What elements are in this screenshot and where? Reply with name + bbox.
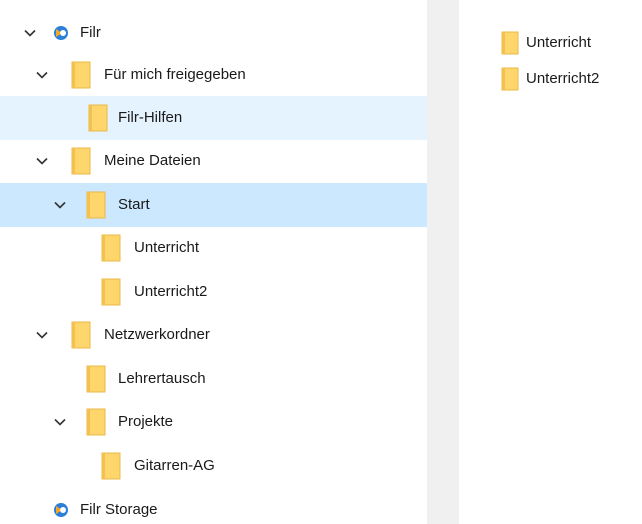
chevron-down-icon[interactable]: [52, 414, 68, 430]
navigation-pane[interactable]: Filr Für mich freigegeben Filr-Hilfen Me…: [0, 0, 427, 524]
tree-item-label: Filr Storage: [80, 501, 158, 518]
folder-icon: [86, 191, 106, 219]
tree-item-filr-storage[interactable]: Filr Storage: [0, 488, 427, 524]
tree-item-label: Lehrertausch: [118, 370, 206, 387]
chevron-down-icon[interactable]: [34, 67, 50, 83]
folder-icon: [86, 408, 106, 436]
tree-item-label: Meine Dateien: [104, 152, 201, 169]
folder-icon: [501, 67, 519, 91]
tree-item-label: Filr: [80, 24, 101, 41]
content-pane[interactable]: Unterricht Unterricht2: [459, 0, 642, 524]
tree-item-label: Projekte: [118, 413, 174, 430]
folder-icon: [86, 365, 106, 393]
folder-icon: [501, 31, 519, 55]
tree-item-lehrertausch[interactable]: Lehrertausch: [0, 357, 427, 401]
tree-item-filr[interactable]: Filr: [0, 11, 427, 55]
folder-icon: [71, 61, 91, 89]
content-item-unterricht2[interactable]: Unterricht2: [459, 63, 642, 95]
folder-icon: [71, 147, 91, 175]
tree-item-projekte[interactable]: Projekte: [0, 400, 427, 444]
chevron-down-icon[interactable]: [22, 25, 38, 41]
tree-item-label: Netzwerkordner: [104, 326, 210, 343]
tree-item-label: Für mich freigegeben: [104, 66, 246, 83]
tree-item-label: Unterricht: [134, 239, 200, 256]
tree-item-label: Start: [118, 196, 150, 213]
file-explorer-window: Filr Für mich freigegeben Filr-Hilfen Me…: [0, 0, 642, 524]
filr-storage-icon: [51, 496, 71, 524]
tree-item-meine-dateien[interactable]: Meine Dateien: [0, 139, 427, 183]
tree-item-gitarren-ag[interactable]: Gitarren-AG: [0, 444, 427, 488]
chevron-down-icon[interactable]: [34, 153, 50, 169]
tree-item-label: Gitarren-AG: [134, 457, 215, 474]
folder-icon: [88, 104, 108, 132]
pane-splitter[interactable]: [427, 0, 459, 524]
tree-item-unterricht2[interactable]: Unterricht2: [0, 270, 427, 314]
chevron-down-icon[interactable]: [34, 327, 50, 343]
tree-item-label: Filr-Hilfen: [118, 109, 183, 126]
folder-icon: [101, 278, 121, 306]
tree-item-unterricht[interactable]: Unterricht: [0, 226, 427, 270]
chevron-down-icon[interactable]: [52, 197, 68, 213]
content-item-unterricht[interactable]: Unterricht: [459, 27, 642, 59]
tree-item-netzwerkordner[interactable]: Netzwerkordner: [0, 313, 427, 357]
folder-icon: [71, 321, 91, 349]
tree-item-filr-hilfen[interactable]: Filr-Hilfen: [0, 96, 427, 140]
content-item-label: Unterricht: [526, 34, 592, 51]
filr-icon: [51, 19, 71, 47]
folder-icon: [101, 452, 121, 480]
tree-item-shared-with-me[interactable]: Für mich freigegeben: [0, 53, 427, 97]
tree-item-start[interactable]: Start: [0, 183, 427, 227]
folder-icon: [101, 234, 121, 262]
tree-item-label: Unterricht2: [134, 283, 208, 300]
content-item-label: Unterricht2: [526, 70, 600, 87]
